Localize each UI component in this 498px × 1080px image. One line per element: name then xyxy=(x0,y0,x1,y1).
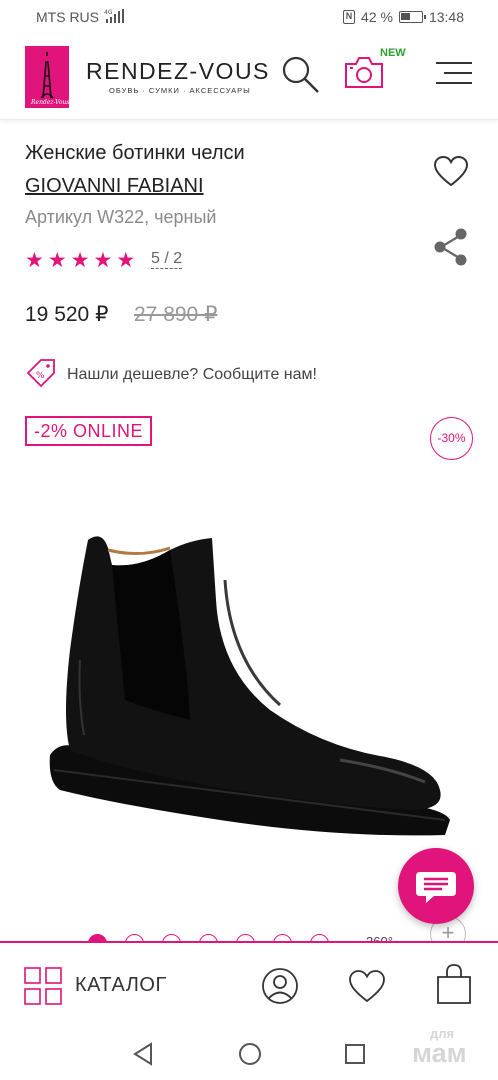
battery-percent: 42 % xyxy=(361,9,393,25)
search-icon[interactable] xyxy=(280,54,322,101)
clock: 13:48 xyxy=(428,9,464,25)
current-price: 19 520 ₽ xyxy=(25,303,109,326)
price-tag-icon[interactable]: % xyxy=(25,357,57,394)
svg-text:4G: 4G xyxy=(104,9,113,16)
watermark: для мам xyxy=(412,1027,467,1067)
product-article: Артикул W322, черный xyxy=(25,207,217,227)
brand-tagline: ОБУВЬ · СУМКИ · АКСЕССУАРЫ xyxy=(109,86,251,95)
rating-stars: ★ ★ ★ ★ ★ xyxy=(25,248,135,273)
star-icon: ★ xyxy=(93,249,113,272)
online-discount-badge: -2% ONLINE xyxy=(25,416,153,446)
battery-icon xyxy=(398,11,426,23)
site-logo[interactable]: Rendez-Vous xyxy=(25,46,69,108)
watermark-line2: мам xyxy=(412,1038,467,1068)
reviews-link[interactable]: 5 / 2 xyxy=(151,250,183,269)
star-icon: ★ xyxy=(116,249,136,272)
new-badge: NEW xyxy=(380,47,406,59)
camera-icon[interactable] xyxy=(343,54,385,95)
favorites-icon[interactable] xyxy=(348,970,386,1009)
bottom-navigation: КАТАЛОГ xyxy=(0,941,498,1028)
svg-text:%: % xyxy=(36,371,45,381)
profile-icon[interactable] xyxy=(261,967,299,1010)
report-cheaper-link[interactable]: Нашли дешевле? Сообщите нам! xyxy=(67,366,317,384)
svg-text:Rendez-Vous: Rendez-Vous xyxy=(30,99,69,106)
old-price: 27 890 ₽ xyxy=(134,303,218,326)
star-icon: ★ xyxy=(25,249,44,272)
signal-icon: 4G xyxy=(104,8,128,27)
site-header: Rendez-Vous RENDEZ-VOUS ОБУВЬ · СУМКИ · … xyxy=(0,34,498,120)
share-icon[interactable] xyxy=(432,227,470,272)
recent-apps-icon[interactable] xyxy=(344,1043,366,1070)
product-brand-link[interactable]: GIOVANNI FABIANI xyxy=(25,175,204,198)
carrier-name: MTS RUS xyxy=(36,9,99,25)
catalog-grid-icon[interactable] xyxy=(24,967,62,1005)
product-image[interactable] xyxy=(40,520,460,850)
nfc-icon: N xyxy=(343,10,356,24)
status-bar: MTS RUS 4G N 42 % 13:48 xyxy=(0,0,498,34)
cart-bag-icon[interactable] xyxy=(436,963,472,1010)
home-icon[interactable] xyxy=(238,1042,262,1071)
brand-name: RENDEZ-VOUS xyxy=(86,58,270,84)
chat-icon xyxy=(416,872,456,903)
star-icon: ★ xyxy=(47,249,67,272)
star-icon: ★ xyxy=(70,249,90,272)
catalog-link[interactable]: КАТАЛОГ xyxy=(75,974,167,997)
heart-icon[interactable] xyxy=(433,155,469,193)
chat-button[interactable] xyxy=(398,848,474,924)
back-icon[interactable] xyxy=(132,1042,154,1071)
discount-badge: -30% xyxy=(430,417,473,460)
product-title: Женские ботинки челси xyxy=(25,142,245,164)
menu-icon[interactable] xyxy=(434,60,474,93)
